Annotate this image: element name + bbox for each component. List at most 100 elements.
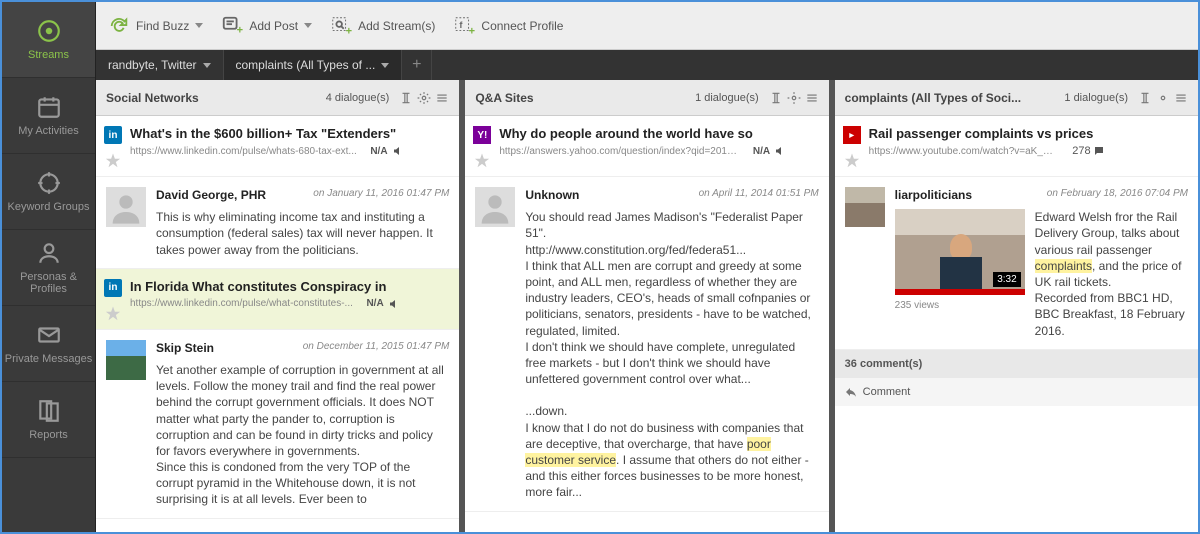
sidebar-messages[interactable]: Private Messages xyxy=(2,306,95,382)
column-social-networks: Social Networks 4 dialogue(s) in What's … xyxy=(96,80,459,532)
author: Unknown xyxy=(525,187,579,203)
reply-icon xyxy=(845,386,857,398)
user-icon xyxy=(36,240,62,266)
add-stream-button[interactable]: + Add Stream(s) xyxy=(330,15,435,37)
linkedin-icon: in xyxy=(104,126,122,144)
streams-icon xyxy=(36,18,62,44)
star-icon[interactable] xyxy=(104,305,122,323)
column-title: complaints (All Types of Soci... xyxy=(845,91,1065,105)
star-icon[interactable] xyxy=(473,152,491,170)
svg-text:+: + xyxy=(237,24,243,36)
post-body: Edward Welsh fror the Rail Delivery Grou… xyxy=(1035,209,1188,339)
card-header[interactable]: in What's in the $600 billion+ Tax "Exte… xyxy=(96,116,459,177)
card-header[interactable]: ▶ Rail passenger complaints vs prices ht… xyxy=(835,116,1198,177)
avatar xyxy=(475,187,515,227)
card-url: https://answers.yahoo.com/question/index… xyxy=(499,146,739,157)
post[interactable]: Unknown on April 11, 2014 01:51 PM You sh… xyxy=(465,177,828,512)
tab-label: randbyte, Twitter xyxy=(108,58,197,72)
timestamp: on April 11, 2014 01:51 PM xyxy=(699,187,819,203)
add-post-button[interactable]: + Add Post xyxy=(221,15,312,37)
find-buzz-button[interactable]: Find Buzz xyxy=(108,15,203,37)
menu-icon[interactable] xyxy=(1174,91,1188,105)
label: Find Buzz xyxy=(136,19,189,33)
tab-complaints[interactable]: complaints (All Types of ... xyxy=(224,50,403,80)
refresh-icon xyxy=(108,15,130,37)
column-title: Q&A Sites xyxy=(475,91,695,105)
comments-count[interactable]: 36 comment(s) xyxy=(835,350,1198,378)
post[interactable]: liarpoliticians on February 18, 2016 07:0… xyxy=(835,177,1198,350)
collapse-icon[interactable] xyxy=(1138,91,1152,105)
menu-icon[interactable] xyxy=(805,91,819,105)
card-title: What's in the $600 billion+ Tax "Extende… xyxy=(130,126,451,141)
column-qa-sites: Q&A Sites 1 dialogue(s) Y! Why do people… xyxy=(465,80,828,532)
sidebar-label: Keyword Groups xyxy=(8,201,90,213)
post-icon: + xyxy=(221,15,243,37)
video-duration: 3:32 xyxy=(993,272,1020,288)
card-header[interactable]: Y! Why do people around the world have s… xyxy=(465,116,828,177)
view-count: 235 views xyxy=(895,299,1025,313)
avatar xyxy=(845,187,885,227)
card-url: https://www.linkedin.com/pulse/whats-680… xyxy=(130,146,357,157)
stat-count: 278 xyxy=(1072,145,1090,157)
profile-add-icon: f+ xyxy=(453,15,475,37)
collapse-icon[interactable] xyxy=(399,91,413,105)
speaker-icon xyxy=(388,298,400,310)
post-body: You should read James Madison's "Federal… xyxy=(525,209,818,500)
card-title: Rail passenger complaints vs prices xyxy=(869,126,1190,141)
tabs: randbyte, Twitter complaints (All Types … xyxy=(96,50,1198,80)
post[interactable]: David George, PHRon January 11, 2016 01:… xyxy=(96,177,459,269)
author: liarpoliticians xyxy=(895,187,972,203)
label: Add Post xyxy=(249,19,298,33)
sentiment: N/A xyxy=(753,146,770,157)
svg-text:f: f xyxy=(460,19,464,29)
youtube-icon: ▶ xyxy=(843,126,861,144)
speaker-icon xyxy=(392,145,404,157)
label: Add Stream(s) xyxy=(358,19,435,33)
post-body: Yet another example of corruption in gov… xyxy=(156,362,449,508)
dialogue-count: 4 dialogue(s) xyxy=(326,92,390,104)
label: Connect Profile xyxy=(481,19,563,33)
video-thumbnail[interactable]: 3:32 xyxy=(895,209,1025,295)
collapse-icon[interactable] xyxy=(769,91,783,105)
tab-randbyte[interactable]: randbyte, Twitter xyxy=(96,50,224,80)
settings-icon[interactable] xyxy=(787,91,801,105)
speaker-icon xyxy=(774,145,786,157)
sidebar-streams[interactable]: Streams xyxy=(2,2,95,78)
avatar xyxy=(106,187,146,227)
tab-label: complaints (All Types of ... xyxy=(236,58,376,72)
column-title: Social Networks xyxy=(106,91,326,105)
sidebar-personas[interactable]: Personas & Profiles xyxy=(2,230,95,306)
dialogue-count: 1 dialogue(s) xyxy=(1064,92,1128,104)
timestamp: on December 11, 2015 01:47 PM xyxy=(303,340,450,356)
sidebar-reports[interactable]: Reports xyxy=(2,382,95,458)
sentiment: N/A xyxy=(370,146,387,157)
sidebar-label: My Activities xyxy=(18,125,79,137)
yahoo-icon: Y! xyxy=(473,126,491,144)
dialogue-count: 1 dialogue(s) xyxy=(695,92,759,104)
connect-profile-button[interactable]: f+ Connect Profile xyxy=(453,15,563,37)
timestamp: on January 11, 2016 01:47 PM xyxy=(313,187,449,203)
target-icon xyxy=(36,170,62,196)
star-icon[interactable] xyxy=(843,152,861,170)
post-body: This is why eliminating income tax and i… xyxy=(156,209,449,258)
timestamp: on February 18, 2016 07:04 PM xyxy=(1047,187,1188,203)
star-icon[interactable] xyxy=(104,152,122,170)
reports-icon xyxy=(36,398,62,424)
stream-add-icon: + xyxy=(330,15,352,37)
calendar-icon xyxy=(36,94,62,120)
sidebar-label: Personas & Profiles xyxy=(2,271,95,295)
card-url: https://www.linkedin.com/pulse/what-cons… xyxy=(130,298,353,309)
menu-icon[interactable] xyxy=(435,91,449,105)
author: Skip Stein xyxy=(156,340,214,356)
sentiment: N/A xyxy=(366,298,383,309)
column-complaints: complaints (All Types of Soci... 1 dialo… xyxy=(835,80,1198,532)
settings-icon[interactable] xyxy=(417,91,431,105)
post[interactable]: Skip Steinon December 11, 2015 01:47 PM … xyxy=(96,330,459,519)
sidebar-keyword-groups[interactable]: Keyword Groups xyxy=(2,154,95,230)
tab-add[interactable]: + xyxy=(402,50,432,80)
label: Comment xyxy=(863,386,911,398)
comment-action[interactable]: Comment xyxy=(835,378,1198,406)
sidebar-activities[interactable]: My Activities xyxy=(2,78,95,154)
settings-icon[interactable] xyxy=(1156,91,1170,105)
card-header[interactable]: in In Florida What constitutes Conspirac… xyxy=(96,269,459,330)
